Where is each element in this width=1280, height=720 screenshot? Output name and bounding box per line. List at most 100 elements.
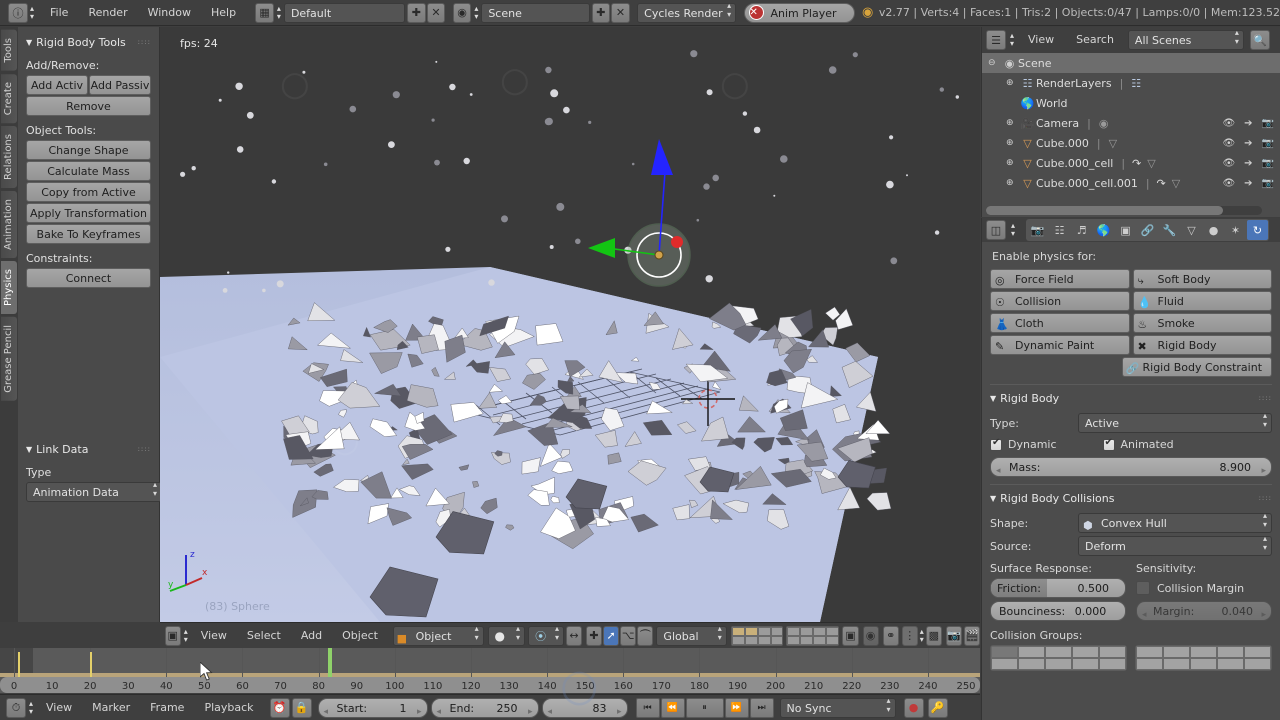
lock-layers-icon[interactable]: ▣ [842,625,859,646]
search-icon[interactable]: 🔍 [1249,30,1270,50]
dynamic-checkbox[interactable] [990,437,1002,451]
tab-animation[interactable]: Animation [1,190,17,258]
pause-button[interactable]: ⏸ [685,697,724,718]
pivot-align-icon[interactable]: ↔ [566,625,583,646]
rigid-body-constraint-button[interactable]: 🔗 Rigid Body Constraint [1121,357,1272,377]
panel-header-rigid-body[interactable]: ▼ Rigid Body :::: [990,389,1272,407]
material-tab[interactable]: ● [1203,220,1224,240]
start-frame-field[interactable]: ◂ ▸ Start: 1 [317,697,428,720]
increment-icon[interactable]: ▸ [1261,606,1266,625]
link-data-type-select[interactable]: Animation Data [26,480,162,502]
outliner-row-scene[interactable]: ⊖ ◉ Scene [982,53,1280,73]
scale-manipulator-icon[interactable]: ⌥ [620,625,637,646]
render-opengl-anim-icon[interactable]: 🎬 [963,625,981,646]
outliner-menu-search[interactable]: Search [1066,27,1124,53]
camera-render-icon[interactable]: 📷 [1262,118,1274,129]
collision-button[interactable]: ☉ Collision [990,291,1130,311]
snap-target-icon[interactable]: ⋮ [901,625,918,646]
increment-icon[interactable]: ▸ [417,703,422,720]
timeline-menu-playback[interactable]: Playback [194,695,263,720]
rigid-body-button[interactable]: ✖ Rigid Body [1132,335,1272,355]
animated-checkbox[interactable] [1102,437,1115,451]
change-shape-button[interactable]: Change Shape [26,140,151,160]
tab-create[interactable]: Create [1,73,17,123]
end-frame-field[interactable]: ◂ ▸ End: 250 [430,697,539,720]
apply-transformation-button[interactable]: Apply Transformation [26,203,151,223]
decrement-icon[interactable]: ◂ [437,703,442,720]
layer-grid-right[interactable] [785,625,839,646]
tab-tools[interactable]: Tools [1,30,17,71]
3d-view-editor-icon[interactable]: ▣ [164,625,181,646]
friction-field[interactable]: Friction: 0.500 [990,578,1126,598]
outliner-row-actions[interactable]: 👁 ➔ 📷 [1222,138,1274,149]
increment-icon[interactable]: ▸ [1261,462,1266,481]
cloth-button[interactable]: 👗 Cloth [990,313,1130,333]
screen-layout-field[interactable]: Default [283,2,406,23]
constraints-tab[interactable]: 🔗 [1137,220,1158,240]
render-opengl-icon[interactable]: 📷 [945,625,962,646]
translate-manipulator[interactable] [160,27,980,622]
rotate-manipulator-icon[interactable]: ➚ [603,625,620,646]
pivot-point-select[interactable]: ⦿ [528,624,564,646]
collision-shape-select[interactable]: ⬢ Convex Hull [1078,511,1272,533]
info-editor-icon[interactable]: ⓘ [8,2,28,23]
sync-mode-select[interactable]: No Sync [779,696,896,718]
timeline-keyframe[interactable] [90,652,93,678]
connect-button[interactable]: Connect [26,268,151,288]
transform-orientation-select[interactable]: Global [656,624,727,646]
panel-header-rigid-body-tools[interactable]: ▼ Rigid Body Tools :::: [26,33,151,51]
add-passive-button[interactable]: Add Passiv [89,75,151,95]
dynamic-paint-button[interactable]: ✎ Dynamic Paint [990,335,1130,355]
timeline-track[interactable]: 0 10 20 30 40 50 60 70 80 90 100 110 120 130 140 150 160… [0,648,980,693]
timeline-ruler[interactable]: 0 10 20 30 40 50 60 70 80 90 100 110 120 130 140 150 160… [0,677,980,693]
expander-icon[interactable]: ⊕ [1006,118,1019,128]
collision-margin-checkbox[interactable] [1136,581,1150,595]
expander-icon[interactable]: ⊕ [1006,78,1019,88]
camera-render-icon[interactable]: 📷 [1262,178,1274,189]
add-screen-layout-button[interactable]: ✚ [407,2,426,23]
close-icon[interactable]: ✕ [748,4,764,20]
outliner-scrollbar[interactable] [986,206,1262,215]
delete-scene-button[interactable]: ✕ [611,2,630,23]
copy-from-active-button[interactable]: Copy from Active [26,182,151,202]
eye-icon[interactable]: 👁 [1222,138,1235,149]
panel-header-rigid-body-collisions[interactable]: ▼ Rigid Body Collisions :::: [990,489,1272,507]
anim-player-button[interactable]: ✕ Anim Player [743,2,855,23]
expander-icon[interactable]: ⊕ [1006,178,1019,188]
delete-screen-layout-button[interactable]: ✕ [426,2,446,23]
layer-grid-left[interactable] [730,625,784,646]
collision-groups-left[interactable] [990,645,1127,671]
cursor-arrow-icon[interactable]: ➔ [1244,178,1252,189]
outliner-row-world[interactable]: 🌎 World [982,93,1280,113]
viewport-menu-object[interactable]: Object [332,623,388,649]
camera-render-icon[interactable]: 📷 [1262,138,1274,149]
decrement-icon[interactable]: ◂ [324,703,329,720]
jump-start-button[interactable]: ⏮ [635,697,660,718]
viewport-shading-select[interactable]: ● [487,624,525,646]
soft-body-button[interactable]: ⤷ Soft Body [1132,269,1272,289]
add-active-button[interactable]: Add Activ [26,75,88,95]
calculate-mass-button[interactable]: Calculate Mass [26,161,151,181]
outliner-row-camera[interactable]: ⊕ 🎥 Camera | ◉ 👁 ➔ 📷 [982,113,1280,133]
decrement-icon[interactable]: ◂ [996,462,1001,481]
manipulator-toggle-icon[interactable]: ⏜ [637,625,654,646]
bounciness-field[interactable]: Bounciness: 0.000 [990,601,1126,621]
properties-editor-icon[interactable]: ◫ [986,220,1006,240]
modifiers-tab[interactable]: 🔧 [1159,220,1180,240]
eye-icon[interactable]: 👁 [1222,178,1235,189]
decrement-icon[interactable]: ◂ [1142,606,1147,625]
timeline-menu-view[interactable]: View [36,695,82,720]
texture-tab[interactable]: ✶ [1225,220,1246,240]
jump-end-button[interactable]: ⏭ [749,697,774,718]
menu-render[interactable]: Render [78,0,137,26]
menu-window[interactable]: Window [138,0,201,26]
physics-tab[interactable]: ↻ [1247,220,1269,240]
world-tab[interactable]: 🌎 [1093,220,1114,240]
margin-field[interactable]: ◂ ▸ Margin: 0.040 [1136,601,1272,621]
interaction-mode-select[interactable]: ■ Object Mode [392,624,484,662]
translate-manipulator-icon[interactable]: ✚ [585,625,603,646]
render-tab[interactable]: 📷 [1027,220,1048,240]
outliner-row-cube-000-cell-001[interactable]: ⊕ ▽ Cube.000_cell.001 | ↷ ▽ 👁 ➔ 📷 [982,173,1280,193]
outliner-row-renderlayers[interactable]: ⊕ ☷ RenderLayers | ☷ [982,73,1280,93]
increment-icon[interactable]: ▸ [528,703,533,720]
